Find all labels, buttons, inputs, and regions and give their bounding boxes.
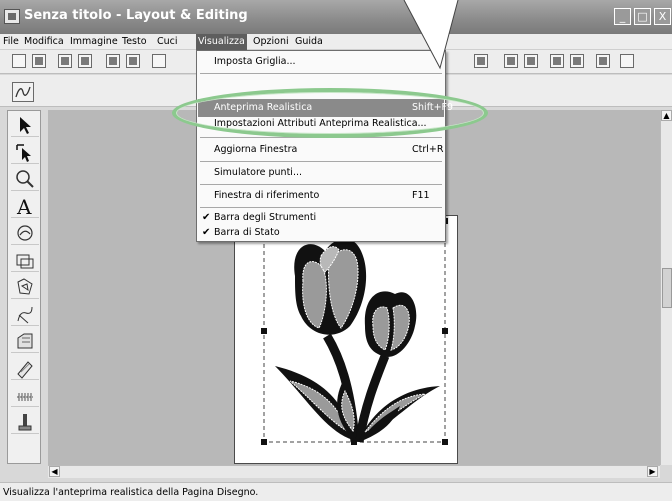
zoom-icon[interactable] <box>11 167 39 191</box>
point-edit-icon[interactable] <box>11 140 39 164</box>
application-window: Senza titolo - Layout & Editing _ □ X Fi… <box>0 0 672 501</box>
stitch-pattern-icon[interactable] <box>11 383 39 407</box>
tool-palette: A <box>7 110 41 464</box>
fill-icon[interactable] <box>11 329 39 353</box>
tulip-embroidery-design[interactable] <box>235 216 459 465</box>
outline-shape-icon[interactable] <box>11 275 39 299</box>
checkmark-icon: ✔ <box>202 212 211 223</box>
circle-arc-icon[interactable] <box>11 221 39 245</box>
status-text: Visualizza l'anteprima realistica della … <box>3 487 259 498</box>
vertical-scroll-thumb[interactable] <box>662 268 672 308</box>
horizontal-scrollbar[interactable]: ◀ ▶ <box>48 465 660 478</box>
menu-separator <box>200 184 442 185</box>
svg-text:A: A <box>16 195 32 217</box>
rectangle-icon[interactable] <box>11 248 39 272</box>
menu-separator <box>200 161 442 162</box>
text-icon[interactable]: A <box>11 194 39 218</box>
checkmark-icon: ✔ <box>202 227 211 238</box>
menu-item-simulatore-punti[interactable]: Simulatore punti... <box>198 164 444 182</box>
menu-item-finestra-riferimento[interactable]: Finestra di riferimento F11 <box>198 187 444 205</box>
hoop-icon[interactable] <box>11 410 39 434</box>
menu-separator <box>200 207 442 208</box>
callout-pointer <box>403 0 459 70</box>
status-bar: Visualizza l'anteprima realistica della … <box>0 482 672 501</box>
scroll-right-arrow-icon[interactable]: ▶ <box>647 466 658 477</box>
menu-item-barra-stato[interactable]: ✔ Barra di Stato <box>198 224 444 242</box>
scroll-left-arrow-icon[interactable]: ◀ <box>49 466 60 477</box>
stitch-icon[interactable] <box>11 302 39 326</box>
stamp-icon[interactable] <box>11 356 39 380</box>
menu-item-aggiorna-finestra[interactable]: Aggiorna Finestra Ctrl+R <box>198 141 444 159</box>
vertical-scrollbar[interactable]: ▲ <box>660 110 672 465</box>
design-page[interactable] <box>234 215 458 464</box>
